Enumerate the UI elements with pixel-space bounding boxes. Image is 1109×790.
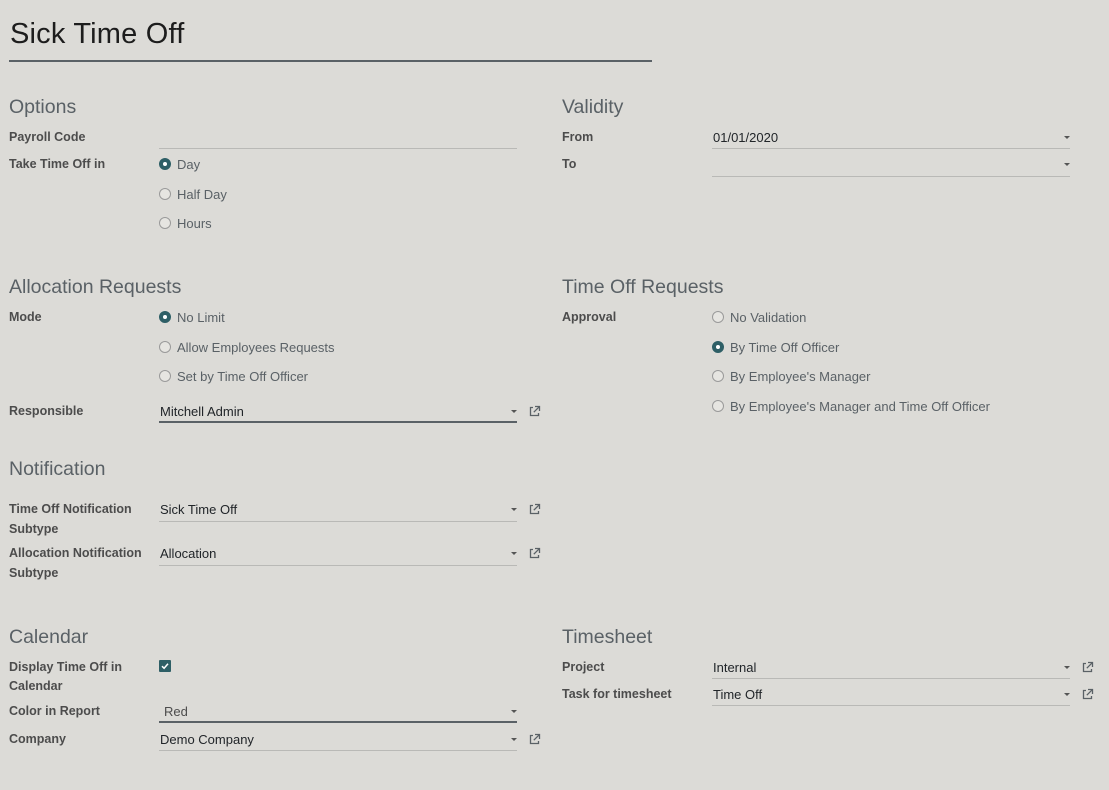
radio-by-manager[interactable]: By Employee's Manager bbox=[712, 367, 871, 385]
section-title-notification: Notification bbox=[9, 458, 106, 480]
section-title-options: Options bbox=[9, 96, 77, 118]
allocation-subtype-label-line1: Allocation Notification bbox=[9, 546, 142, 560]
project-value[interactable]: Internal bbox=[713, 660, 756, 675]
section-title-allocation-requests: Allocation Requests bbox=[9, 276, 182, 298]
time-off-subtype-caret-icon[interactable] bbox=[511, 508, 517, 511]
radio-set-by-officer-indicator[interactable] bbox=[159, 370, 171, 382]
radio-by-officer-label[interactable]: By Time Off Officer bbox=[730, 340, 839, 355]
task-for-timesheet-value[interactable]: Time Off bbox=[713, 687, 762, 702]
radio-by-manager-and-officer-indicator[interactable] bbox=[712, 400, 724, 412]
from-label: From bbox=[562, 130, 594, 144]
radio-half-day-label[interactable]: Half Day bbox=[177, 187, 227, 202]
responsible-label: Responsible bbox=[9, 404, 84, 418]
radio-half-day-indicator[interactable] bbox=[159, 188, 171, 200]
time-off-subtype-input[interactable] bbox=[159, 521, 517, 522]
radio-allow-employees-requests[interactable]: Allow Employees Requests bbox=[159, 338, 335, 356]
company-caret-icon[interactable] bbox=[511, 738, 517, 741]
external-link-icon[interactable] bbox=[528, 733, 541, 746]
to-date-input[interactable] bbox=[712, 176, 1070, 177]
take-time-off-label: Take Time Off in bbox=[9, 157, 106, 171]
radio-no-limit[interactable]: No Limit bbox=[159, 308, 225, 326]
external-link-icon[interactable] bbox=[528, 503, 541, 516]
display-time-off-checkbox[interactable] bbox=[159, 660, 171, 672]
responsible-input[interactable] bbox=[159, 421, 517, 423]
radio-by-officer-indicator[interactable] bbox=[712, 341, 724, 353]
allocation-subtype-label-line2: Subtype bbox=[9, 566, 59, 580]
radio-no-validation-label[interactable]: No Validation bbox=[730, 310, 806, 325]
radio-hours-indicator[interactable] bbox=[159, 217, 171, 229]
payroll-code-input[interactable] bbox=[159, 148, 517, 149]
checkmark-icon bbox=[161, 663, 169, 670]
task-input[interactable] bbox=[712, 705, 1070, 706]
company-value[interactable]: Demo Company bbox=[160, 732, 254, 747]
allocation-subtype-value[interactable]: Allocation bbox=[160, 546, 216, 561]
section-title-calendar: Calendar bbox=[9, 626, 89, 648]
radio-allow-employees-label[interactable]: Allow Employees Requests bbox=[177, 340, 335, 355]
project-input[interactable] bbox=[712, 678, 1070, 679]
time-off-subtype-value[interactable]: Sick Time Off bbox=[160, 502, 237, 517]
radio-half-day[interactable]: Half Day bbox=[159, 185, 227, 203]
external-link-icon[interactable] bbox=[528, 405, 541, 418]
company-label: Company bbox=[9, 732, 66, 746]
section-title-timesheet: Timesheet bbox=[562, 626, 653, 648]
radio-by-manager-and-officer-label[interactable]: By Employee's Manager and Time Off Offic… bbox=[730, 399, 990, 414]
radio-no-validation-indicator[interactable] bbox=[712, 311, 724, 323]
external-link-icon[interactable] bbox=[1081, 688, 1094, 701]
radio-day[interactable]: Day bbox=[159, 155, 200, 173]
allocation-subtype-input[interactable] bbox=[159, 565, 517, 566]
record-name-field[interactable]: Sick Time Off bbox=[9, 14, 652, 62]
radio-by-officer[interactable]: By Time Off Officer bbox=[712, 338, 839, 356]
color-in-report-caret-icon[interactable] bbox=[511, 710, 517, 713]
time-off-subtype-label-line1: Time Off Notification bbox=[9, 502, 132, 516]
external-link-icon[interactable] bbox=[528, 547, 541, 560]
radio-no-limit-label[interactable]: No Limit bbox=[177, 310, 225, 325]
allocation-subtype-caret-icon[interactable] bbox=[511, 552, 517, 555]
section-title-validity: Validity bbox=[562, 96, 624, 118]
mode-label: Mode bbox=[9, 310, 42, 324]
approval-label: Approval bbox=[562, 310, 617, 324]
radio-hours[interactable]: Hours bbox=[159, 214, 212, 232]
color-in-report-select[interactable] bbox=[159, 721, 517, 723]
responsible-value[interactable]: Mitchell Admin bbox=[160, 404, 244, 419]
from-date-caret-icon[interactable] bbox=[1064, 136, 1070, 139]
radio-allow-employees-indicator[interactable] bbox=[159, 341, 171, 353]
to-label: To bbox=[562, 157, 577, 171]
radio-set-by-officer-label[interactable]: Set by Time Off Officer bbox=[177, 369, 308, 384]
radio-no-validation[interactable]: No Validation bbox=[712, 308, 806, 326]
task-caret-icon[interactable] bbox=[1064, 693, 1070, 696]
record-title[interactable]: Sick Time Off bbox=[10, 18, 185, 51]
radio-hours-label[interactable]: Hours bbox=[177, 216, 212, 231]
radio-by-manager-indicator[interactable] bbox=[712, 370, 724, 382]
section-title-time-off-requests: Time Off Requests bbox=[562, 276, 724, 298]
radio-no-limit-indicator[interactable] bbox=[159, 311, 171, 323]
radio-day-indicator[interactable] bbox=[159, 158, 171, 170]
radio-by-manager-and-officer[interactable]: By Employee's Manager and Time Off Offic… bbox=[712, 397, 990, 415]
payroll-code-label: Payroll Code bbox=[9, 130, 86, 144]
radio-day-label[interactable]: Day bbox=[177, 157, 200, 172]
to-date-caret-icon[interactable] bbox=[1064, 163, 1070, 166]
project-caret-icon[interactable] bbox=[1064, 666, 1070, 669]
from-date-value[interactable]: 01/01/2020 bbox=[713, 130, 778, 145]
time-off-subtype-label-line2: Subtype bbox=[9, 522, 59, 536]
display-time-off-label-line2: Calendar bbox=[9, 679, 63, 693]
display-time-off-label-line1: Display Time Off in bbox=[9, 660, 122, 674]
from-date-input[interactable] bbox=[712, 148, 1070, 149]
company-input[interactable] bbox=[159, 750, 517, 751]
color-in-report-label: Color in Report bbox=[9, 704, 100, 718]
project-label: Project bbox=[562, 660, 605, 674]
responsible-caret-icon[interactable] bbox=[511, 410, 517, 413]
radio-set-by-officer[interactable]: Set by Time Off Officer bbox=[159, 367, 308, 385]
radio-by-manager-label[interactable]: By Employee's Manager bbox=[730, 369, 871, 384]
color-in-report-value[interactable]: Red bbox=[164, 704, 188, 719]
task-for-timesheet-label: Task for timesheet bbox=[562, 687, 672, 701]
external-link-icon[interactable] bbox=[1081, 661, 1094, 674]
